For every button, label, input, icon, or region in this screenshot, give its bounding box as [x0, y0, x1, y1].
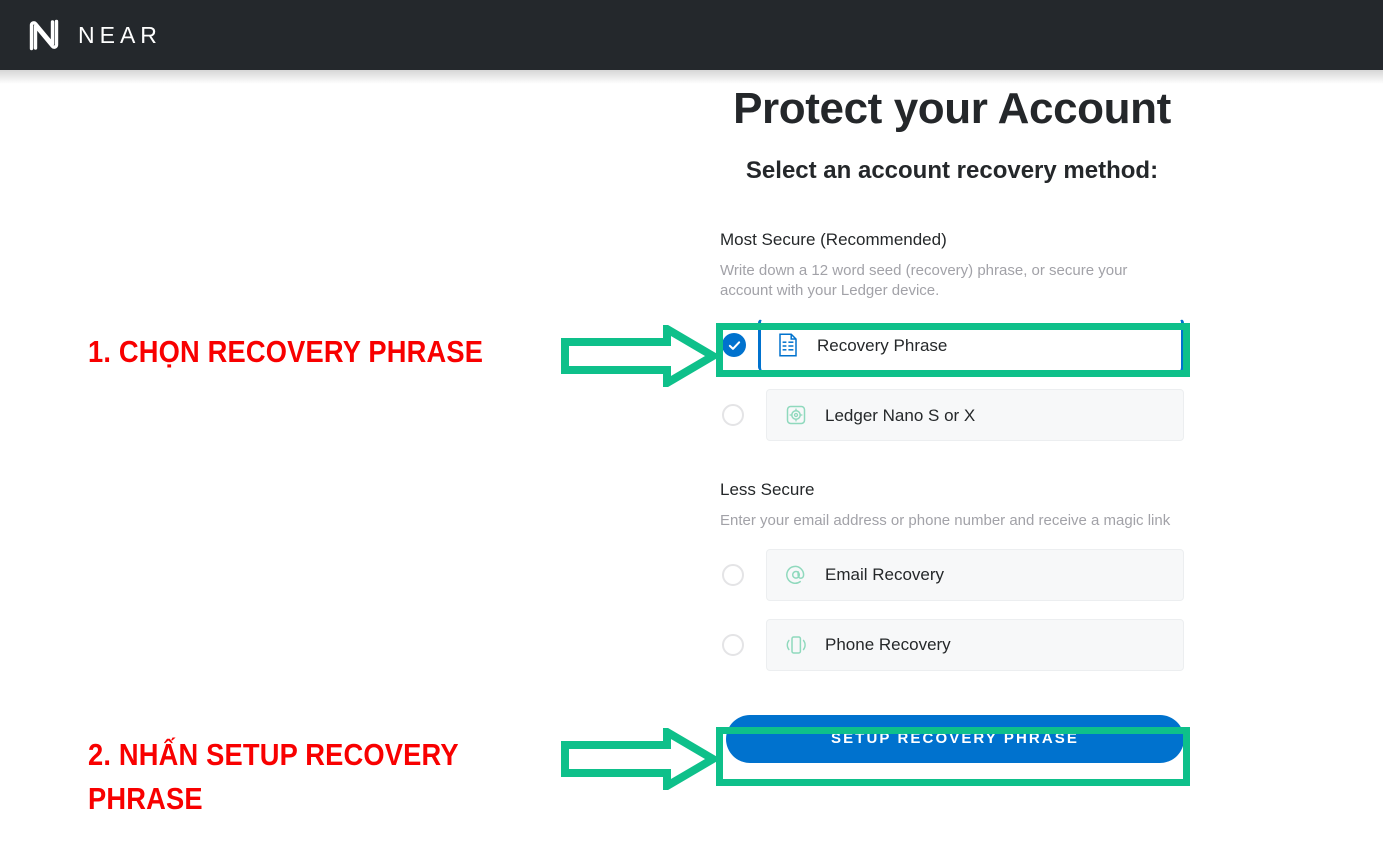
brand-name: NEAR: [78, 21, 162, 48]
options-most-secure: Recovery Phrase Ledger Nano S or X: [720, 319, 1184, 442]
document-icon: [775, 332, 801, 358]
section-most-secure: Most Secure (Recommended) Write down a 1…: [720, 229, 1184, 442]
section-less-secure: Less Secure Enter your email address or …: [720, 479, 1184, 671]
submit-button-wrap: SETUP RECOVERY PHRASE: [726, 714, 1184, 763]
option-card-phone-recovery[interactable]: Phone Recovery: [766, 618, 1184, 671]
option-card-ledger[interactable]: Ledger Nano S or X: [766, 389, 1184, 442]
radio-email-recovery[interactable]: [722, 563, 744, 586]
option-label-phone-recovery: Phone Recovery: [825, 635, 951, 655]
annotation-step-1-text: 1. CHỌN RECOVERY PHRASE: [88, 334, 484, 369]
page-title: Protect your Account: [733, 84, 1171, 133]
section-title-most-secure: Most Secure (Recommended): [720, 230, 947, 250]
ledger-device-icon: [783, 402, 809, 428]
option-label-email-recovery: Email Recovery: [825, 565, 945, 585]
option-label-recovery-phrase: Recovery Phrase: [817, 335, 948, 355]
option-label-ledger: Ledger Nano S or X: [825, 405, 976, 425]
setup-recovery-phrase-button[interactable]: SETUP RECOVERY PHRASE: [726, 714, 1184, 763]
radio-recovery-phrase[interactable]: [722, 333, 746, 358]
near-logo-mark-icon: [24, 15, 64, 55]
section-title-less-secure: Less Secure: [720, 480, 815, 500]
header-shadow: [0, 70, 1383, 84]
annotation-arrow-1-icon: [561, 322, 721, 392]
option-phone-recovery[interactable]: Phone Recovery: [720, 618, 1184, 671]
option-email-recovery[interactable]: Email Recovery: [720, 548, 1184, 601]
check-icon: [728, 340, 740, 350]
option-card-recovery-phrase[interactable]: Recovery Phrase: [758, 319, 1184, 372]
page-root: NEAR Protect your Account Select an acco…: [0, 0, 1383, 849]
page-subtitle: Select an account recovery method:: [745, 156, 1159, 184]
annotation-step-2-text: 2. NHẤN SETUP RECOVERY PHRASE: [88, 737, 459, 817]
near-logo[interactable]: NEAR: [24, 15, 162, 55]
at-sign-icon: [783, 562, 809, 588]
option-recovery-phrase[interactable]: Recovery Phrase: [720, 319, 1184, 372]
annotation-arrow-2-icon: [561, 725, 721, 795]
section-description-most-secure: Write down a 12 word seed (recovery) phr…: [720, 262, 1128, 300]
radio-ledger[interactable]: [722, 404, 744, 427]
options-less-secure: Email Recovery Phone Recovery: [720, 548, 1184, 671]
app-header: NEAR: [0, 0, 1383, 70]
radio-phone-recovery[interactable]: [722, 633, 744, 656]
mobile-phone-icon: [783, 632, 809, 658]
option-ledger[interactable]: Ledger Nano S or X: [720, 389, 1184, 442]
section-description-less-secure: Enter your email address or phone number…: [720, 512, 1171, 530]
main-content: Protect your Account Select an account r…: [720, 84, 1184, 763]
option-card-email-recovery[interactable]: Email Recovery: [766, 548, 1184, 601]
